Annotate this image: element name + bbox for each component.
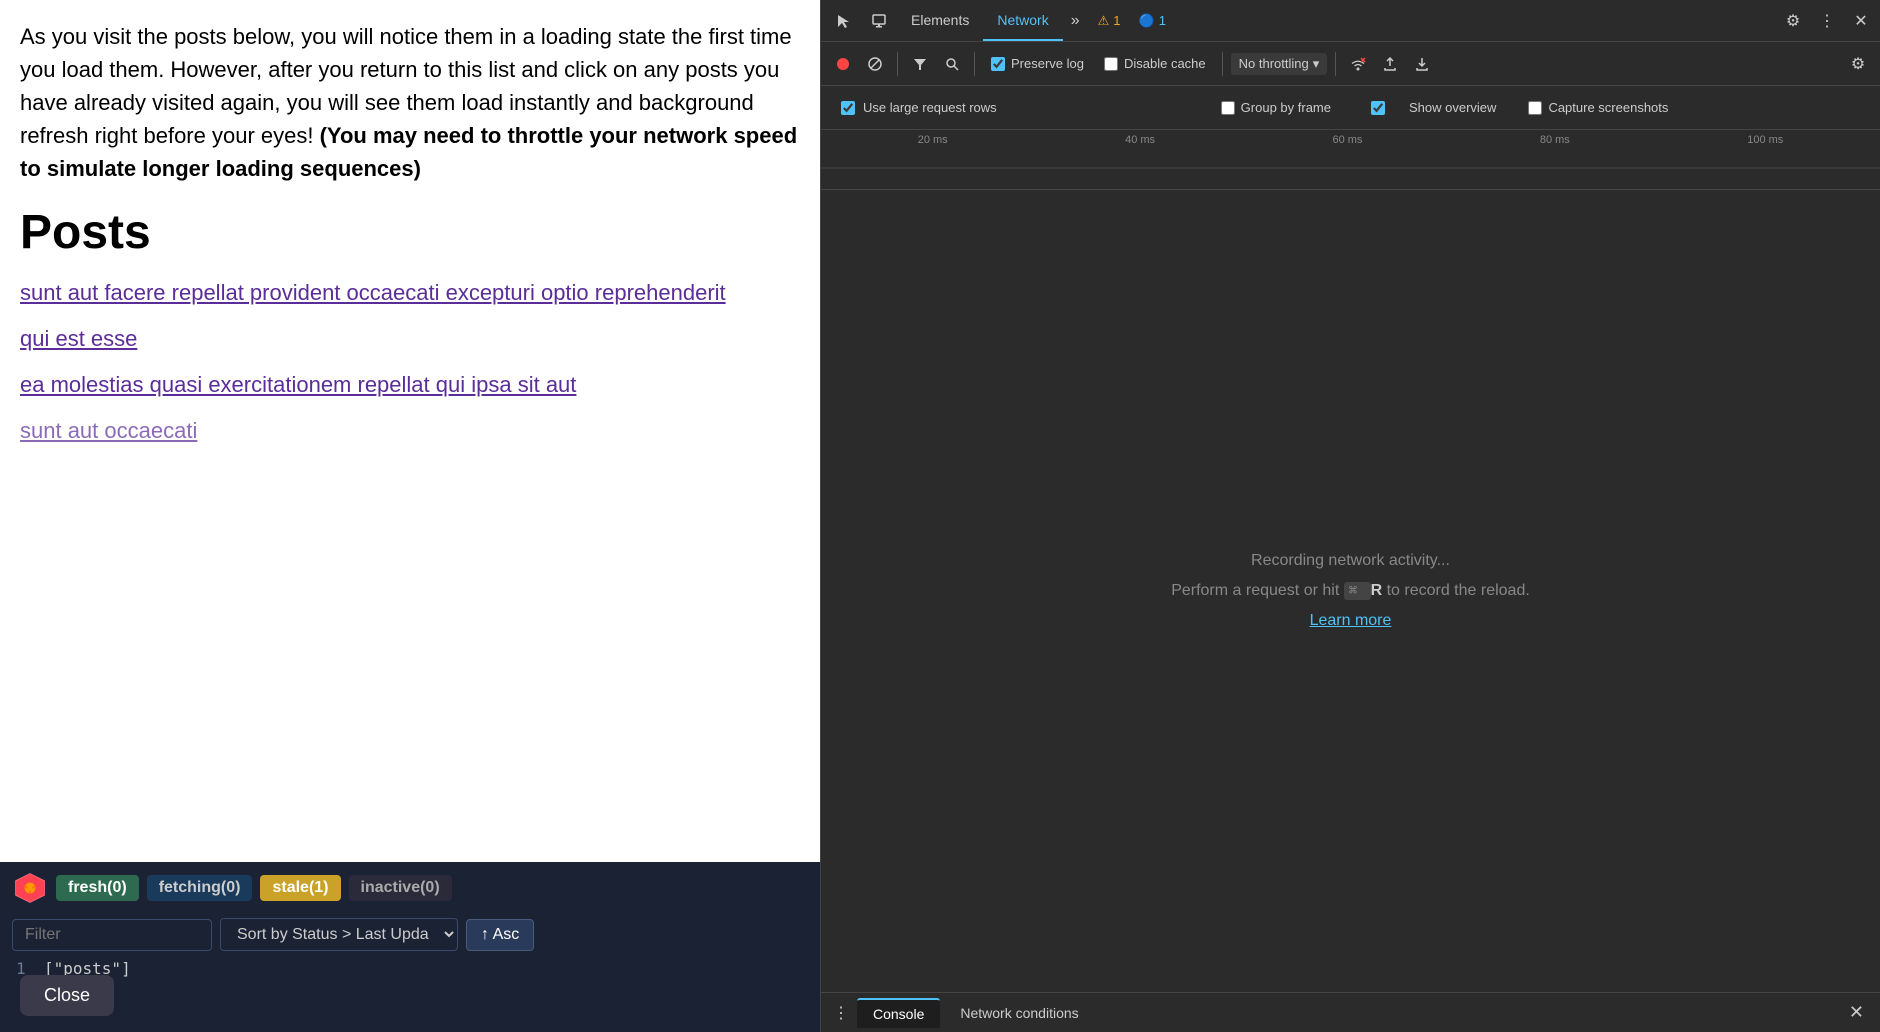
inspector-icon: [871, 13, 887, 29]
filter-icon: [912, 56, 928, 72]
warn-badge[interactable]: ⚠ 1: [1092, 11, 1127, 31]
filter-input[interactable]: [12, 919, 212, 951]
wifi-icon-btn[interactable]: [1344, 50, 1372, 78]
data-row: 1 ["posts"]: [0, 955, 820, 982]
asc-button[interactable]: ↑ Asc: [466, 919, 534, 951]
capture-screenshots-checkbox[interactable]: Capture screenshots: [1528, 100, 1668, 115]
timeline-area: 20 ms 40 ms 60 ms 80 ms 100 ms: [821, 130, 1880, 190]
badge-stale[interactable]: stale(1): [260, 875, 340, 901]
separator-3: [1222, 52, 1223, 76]
show-overview-checkbox[interactable]: [1371, 101, 1385, 115]
group-by-frame-checkbox[interactable]: Group by frame: [1221, 100, 1331, 115]
r-key: R: [1371, 582, 1383, 599]
upload-btn[interactable]: [1376, 50, 1404, 78]
webpage-panel: As you visit the posts below, you will n…: [0, 0, 820, 1032]
bottom-bar-menu-btn[interactable]: ⋮: [829, 999, 853, 1027]
close-button[interactable]: Close: [20, 975, 114, 1016]
network-toolbar-1: Preserve log Disable cache No throttling…: [821, 42, 1880, 86]
posts-heading: Posts: [20, 205, 800, 260]
separator-1: [897, 52, 898, 76]
search-icon: [944, 56, 960, 72]
large-rows-checkbox[interactable]: Use large request rows: [841, 100, 997, 115]
tab-actions: ⚙ ⋮ ✕: [1778, 6, 1876, 36]
post-link-3[interactable]: ea molestias quasi exercitationem repell…: [20, 372, 800, 398]
network-toolbar-2: Use large request rows Group by frame Sh…: [821, 86, 1880, 130]
badge-fresh[interactable]: fresh(0): [56, 875, 139, 901]
separator-4: [1335, 52, 1336, 76]
bottom-bar: ⋮ Console Network conditions ✕: [821, 992, 1880, 1032]
tab-console[interactable]: Console: [857, 998, 940, 1028]
learn-more-link[interactable]: Learn more: [1310, 612, 1392, 630]
cmd-key: ⌘: [1344, 582, 1371, 600]
filter-btn[interactable]: [906, 50, 934, 78]
tab-badges: ⚠ 1 🔵 1: [1092, 11, 1172, 31]
inspector-icon-btn[interactable]: [861, 3, 897, 39]
perform-text: Perform a request or hit ⌘ R to record t…: [1171, 582, 1530, 600]
throttle-dropdown[interactable]: No throttling ▾: [1231, 53, 1328, 75]
post-link-4[interactable]: sunt aut occaecati: [20, 418, 197, 443]
separator-2: [974, 52, 975, 76]
preserve-log-checkbox[interactable]: Preserve log: [991, 56, 1084, 71]
tab-network-conditions[interactable]: Network conditions: [944, 999, 1094, 1027]
record-btn[interactable]: [829, 50, 857, 78]
timeline-labels: 20 ms 40 ms 60 ms 80 ms 100 ms: [821, 134, 1880, 146]
clear-icon: [867, 56, 883, 72]
post-link-1[interactable]: sunt aut facere repellat provident occae…: [20, 280, 800, 306]
tab-more-btn[interactable]: »: [1063, 6, 1088, 36]
settings-icon-btn[interactable]: ⚙: [1778, 6, 1808, 36]
cursor-icon-btn[interactable]: [825, 3, 861, 39]
search-btn[interactable]: [938, 50, 966, 78]
disable-cache-checkbox[interactable]: Disable cache: [1104, 56, 1206, 71]
network-main: Recording network activity... Perform a …: [821, 190, 1880, 992]
devtools-panel: Elements Network » ⚠ 1 🔵 1 ⚙ ⋮ ✕: [820, 0, 1880, 1032]
recording-text: Recording network activity...: [1251, 552, 1450, 570]
timeline-graph: [821, 150, 1880, 185]
status-badges: fresh(0) fetching(0) stale(1) inactive(0…: [56, 875, 452, 901]
close-devtools-btn[interactable]: ✕: [1846, 6, 1876, 36]
download-icon: [1414, 56, 1430, 72]
badge-fetching[interactable]: fetching(0): [147, 875, 253, 901]
download-btn[interactable]: [1408, 50, 1436, 78]
tab-network[interactable]: Network: [983, 0, 1062, 41]
tab-elements[interactable]: Elements: [897, 0, 983, 41]
wifi-icon: [1349, 55, 1367, 73]
sort-select[interactable]: Sort by Status > Last Upda: [220, 918, 458, 951]
intro-text: As you visit the posts below, you will n…: [20, 20, 800, 185]
clear-btn[interactable]: [861, 50, 889, 78]
record-icon: [836, 57, 850, 71]
upload-icon: [1382, 56, 1398, 72]
more-options-btn[interactable]: ⋮: [1812, 6, 1842, 36]
react-query-devtools: fresh(0) fetching(0) stale(1) inactive(0…: [0, 862, 820, 1032]
devtools-tabs-bar: Elements Network » ⚠ 1 🔵 1 ⚙ ⋮ ✕: [821, 0, 1880, 42]
info-badge[interactable]: 🔵 1: [1133, 11, 1172, 31]
react-query-logo: [12, 870, 48, 906]
settings-icon-2[interactable]: ⚙: [1844, 50, 1872, 78]
badge-inactive[interactable]: inactive(0): [349, 875, 452, 901]
chevron-down-icon: ▾: [1313, 56, 1320, 72]
cursor-icon: [835, 13, 851, 29]
post-link-2[interactable]: qui est esse: [20, 326, 800, 352]
bottom-bar-close-btn[interactable]: ✕: [1841, 998, 1872, 1027]
devtools-header: fresh(0) fetching(0) stale(1) inactive(0…: [0, 862, 820, 914]
devtools-filter-row: Sort by Status > Last Upda ↑ Asc: [0, 914, 820, 955]
